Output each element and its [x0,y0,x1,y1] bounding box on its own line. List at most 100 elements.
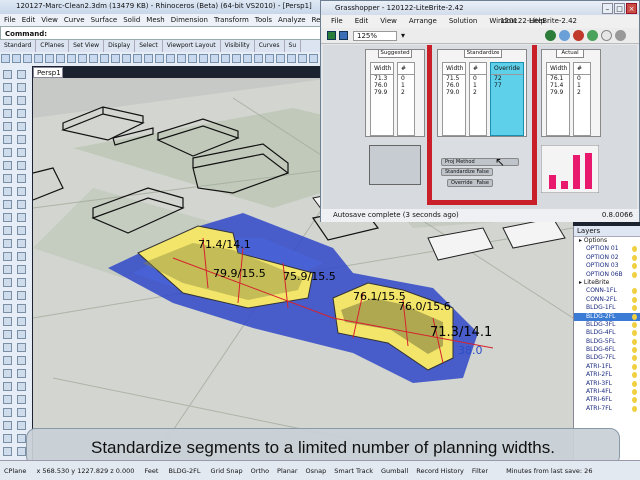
override-cell[interactable]: 77 [491,82,523,89]
lightbulb-icon[interactable] [632,246,637,253]
tool-icon[interactable] [3,291,12,300]
toolbar-tab-cplanes[interactable]: CPlanes [36,40,70,52]
toolbar-icon[interactable] [309,54,318,63]
menu-item-curve[interactable]: Curve [64,14,85,26]
lightbulb-icon[interactable] [632,405,637,412]
menu-item-tools[interactable]: Tools [255,14,272,26]
tool-icon[interactable] [3,330,12,339]
tool-icon[interactable] [17,148,26,157]
tool-icon[interactable] [3,434,12,443]
tool-icon[interactable] [17,304,26,313]
tool-icon[interactable] [3,226,12,235]
lightbulb-icon[interactable] [632,363,637,370]
layer-item[interactable]: BLDG-3FL [574,321,640,329]
tool-icon[interactable] [3,161,12,170]
tool-icon[interactable] [17,382,26,391]
toolbar-icon[interactable] [12,54,21,63]
toolbar-icon[interactable] [276,54,285,63]
lightbulb-icon[interactable] [632,263,637,270]
lightbulb-icon[interactable] [632,372,637,379]
tool-icon[interactable] [17,174,26,183]
grid-icon[interactable] [601,30,612,41]
tool-icon[interactable] [3,135,12,144]
toolbar-icon[interactable] [287,54,296,63]
toggle-standardize[interactable]: Standardize False [441,168,493,176]
suggested-panel[interactable]: Suggested Width 71.3 76.0 79.9 # 0 1 2 [365,49,425,137]
gh-menu-item-solution[interactable]: Solution [449,17,478,25]
tool-icon[interactable] [17,421,26,430]
layer-item[interactable]: BLDG-5FL [574,338,640,346]
chevron-down-icon[interactable]: ▾ [401,31,405,40]
tool-icon[interactable] [3,96,12,105]
toolbar-icon[interactable] [221,54,230,63]
tool-icon[interactable] [3,408,12,417]
layer-item[interactable]: BLDG-6FL [574,346,640,354]
layer-item[interactable]: ATRI-3FL [574,380,640,388]
toolbar-icon[interactable] [188,54,197,63]
tool-icon[interactable] [17,330,26,339]
toolbar-icon[interactable] [232,54,241,63]
layer-item[interactable]: ▸ LiteBrite [574,279,640,287]
bake-icon[interactable] [587,30,598,41]
zoom-dropdown[interactable]: 125% [353,31,397,41]
override-cell[interactable]: 72 [491,75,523,82]
tool-icon[interactable] [3,148,12,157]
tool-icon[interactable] [17,252,26,261]
tool-icon[interactable] [3,395,12,404]
toolbar-icon[interactable] [155,54,164,63]
layer-item[interactable]: ATRI-2FL [574,371,640,379]
toolbar-tab-su[interactable]: Su [285,40,302,52]
actual-panel[interactable]: Actual Width 76.1 71.4 79.9 # 0 1 2 [541,49,601,137]
toolbar-tab-standard[interactable]: Standard [0,40,37,52]
menu-item-surface[interactable]: Surface [91,14,118,26]
tool-icon[interactable] [17,343,26,352]
tool-icon[interactable] [3,304,12,313]
lightbulb-icon[interactable] [632,397,637,404]
tool-icon[interactable] [17,239,26,248]
tool-icon[interactable] [3,317,12,326]
toolbar-icon[interactable] [144,54,153,63]
layer-item[interactable]: ATRI-1FL [574,363,640,371]
preview-icon[interactable] [545,30,556,41]
toolbar-icon[interactable] [265,54,274,63]
lightbulb-icon[interactable] [632,254,637,261]
tool-icon[interactable] [3,356,12,365]
layer-item[interactable]: OPTION 02 [574,254,640,262]
layer-item[interactable]: BLDG-1FL [574,304,640,312]
tool-icon[interactable] [3,265,12,274]
toolbar-tab-viewport-layout[interactable]: Viewport Layout [163,40,221,52]
minimize-button[interactable]: – [602,3,613,14]
menu-item-mesh[interactable]: Mesh [146,14,164,26]
tool-icon[interactable] [17,408,26,417]
toolbar-icon[interactable] [133,54,142,63]
menu-item-solid[interactable]: Solid [123,14,140,26]
stop-icon[interactable] [573,30,584,41]
layer-item[interactable]: OPTION 03 [574,262,640,270]
lightbulb-icon[interactable] [632,355,637,362]
toolbar-icon[interactable] [78,54,87,63]
tool-icon[interactable] [3,83,12,92]
toolbar-icon[interactable] [56,54,65,63]
layer-item[interactable]: ATRI-4FL [574,388,640,396]
lightbulb-icon[interactable] [632,330,637,337]
current-layer[interactable]: BLDG-2FL [169,467,201,475]
tool-icon[interactable] [3,447,12,456]
lightbulb-icon[interactable] [632,296,637,303]
toolbar-icon[interactable] [23,54,32,63]
tool-icon[interactable] [3,213,12,222]
open-icon[interactable] [339,31,348,40]
toolbar-tab-display[interactable]: Display [104,40,136,52]
tool-icon[interactable] [17,200,26,209]
layer-item[interactable]: CONN-2FL [574,296,640,304]
tool-icon[interactable] [17,291,26,300]
toolbar-icon[interactable] [1,54,10,63]
lightbulb-icon[interactable] [632,338,637,345]
status-toggle-gumball[interactable]: Gumball [381,467,408,475]
lightbulb-icon[interactable] [632,389,637,396]
menu-item-dimension[interactable]: Dimension [171,14,208,26]
toolbar-tab-set-view[interactable]: Set View [69,40,105,52]
tool-icon[interactable] [3,252,12,261]
layer-item[interactable]: ATRI-6FL [574,396,640,404]
tool-icon[interactable] [17,109,26,118]
lightbulb-icon[interactable] [632,305,637,312]
